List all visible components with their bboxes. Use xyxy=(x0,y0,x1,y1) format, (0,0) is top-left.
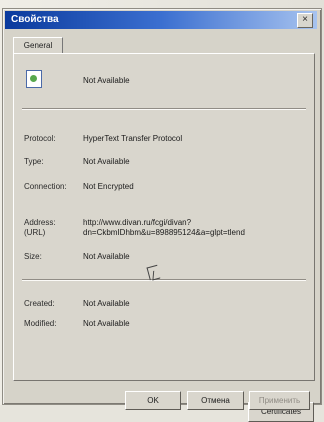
title-bar: Свойства × xyxy=(5,11,317,29)
separator xyxy=(22,108,306,110)
file-name-value: Not Available xyxy=(83,76,130,85)
protocol-value: HyperText Transfer Protocol xyxy=(83,134,183,143)
type-value: Not Available xyxy=(83,157,130,166)
size-label: Size: xyxy=(24,252,42,261)
created-label: Created: xyxy=(24,299,55,308)
internet-file-icon xyxy=(26,70,42,88)
protocol-label: Protocol: xyxy=(24,134,56,143)
created-value: Not Available xyxy=(83,299,130,308)
address-label: Address: xyxy=(24,218,56,227)
url-label: (URL) xyxy=(24,228,46,237)
address-value-line-1: http://www.divan.ru/fcgi/divan? xyxy=(83,218,192,227)
connection-label: Connection: xyxy=(24,182,67,191)
modified-value: Not Available xyxy=(83,319,130,328)
ok-button[interactable]: OK xyxy=(125,391,181,410)
address-value-line-2: dn=CkbmIDhbm&u=898895124&a=glpt=tlend xyxy=(83,228,245,237)
general-panel: Not Available Protocol: HyperText Transf… xyxy=(13,53,315,422)
properties-dialog: Свойства × General Not Available Protoco… xyxy=(2,8,322,422)
type-label: Type: xyxy=(24,157,44,166)
connection-value: Not Encrypted xyxy=(83,182,134,191)
separator xyxy=(22,279,306,281)
window-title: Свойства xyxy=(11,14,59,25)
size-value: Not Available xyxy=(83,252,130,261)
close-button[interactable]: × xyxy=(297,13,313,28)
cancel-button[interactable]: Отмена xyxy=(187,391,244,410)
modified-label: Modified: xyxy=(24,319,57,328)
apply-button[interactable]: Применить xyxy=(249,391,310,410)
tab-general[interactable]: General xyxy=(13,37,63,54)
